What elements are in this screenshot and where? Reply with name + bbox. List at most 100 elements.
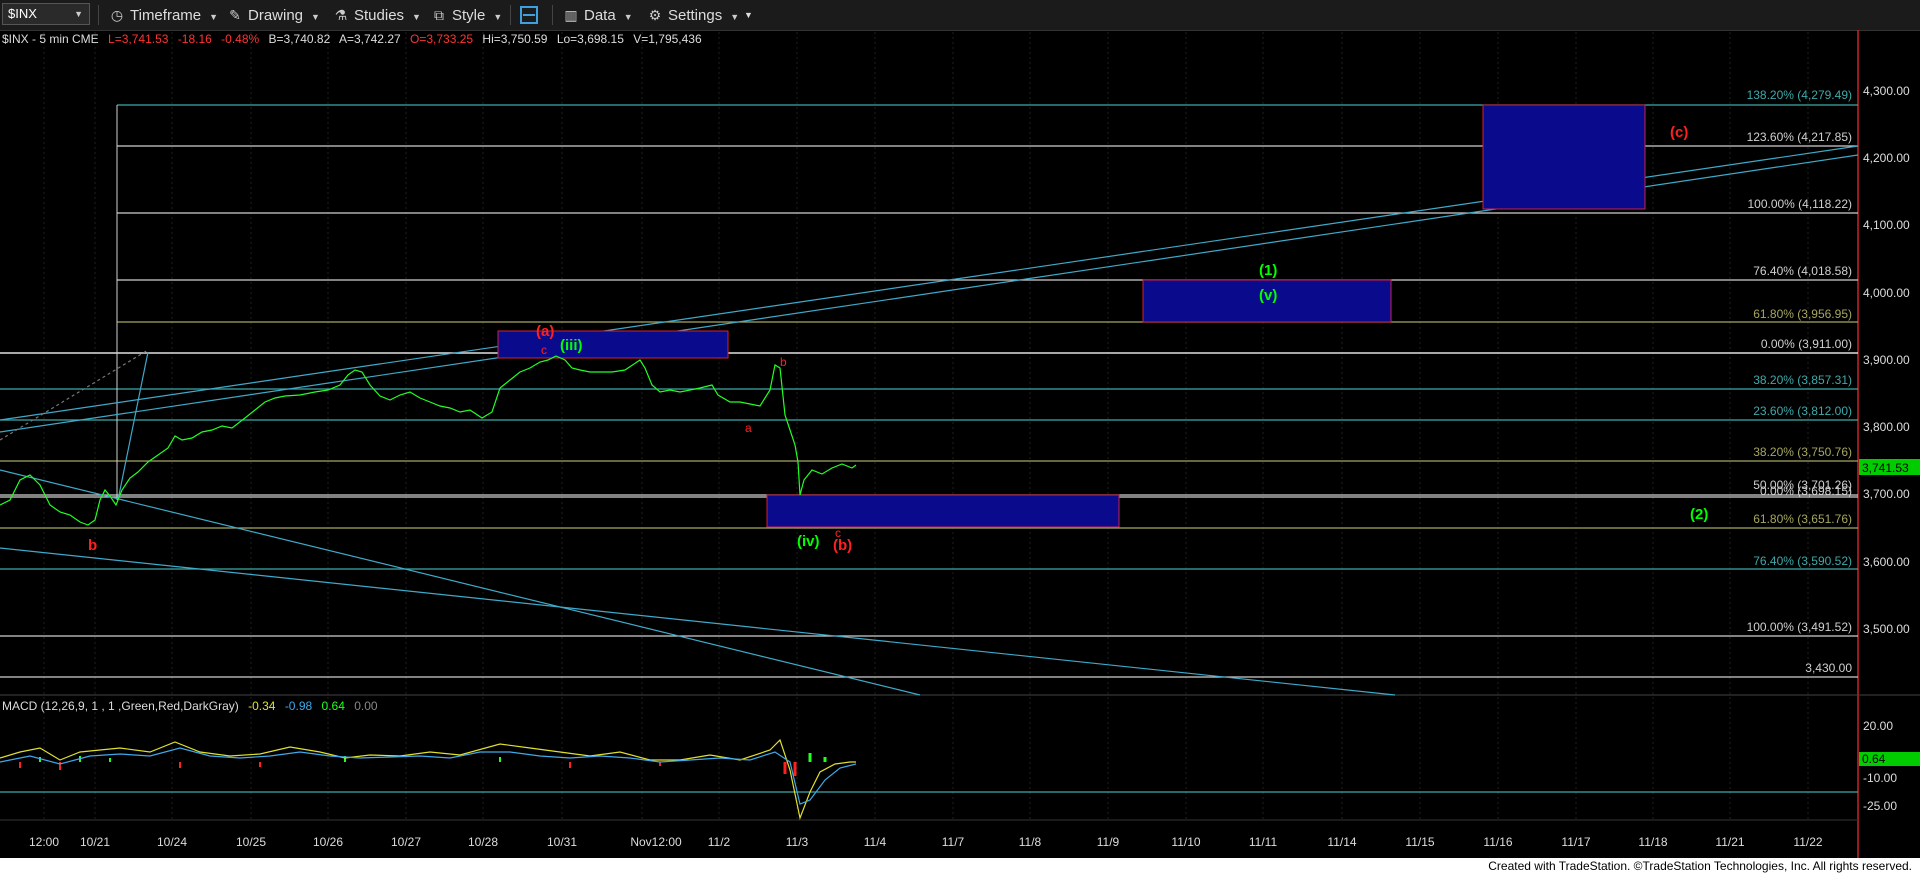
target-boxes[interactable] (497, 104, 1646, 528)
bar-chart-icon: ▥ (564, 7, 578, 23)
price-series (0, 355, 857, 526)
style-menu[interactable]: ⧉ Style ▼ (430, 0, 502, 30)
svg-text:(iii): (iii) (560, 337, 583, 354)
svg-text:11/7: 11/7 (942, 835, 965, 849)
symbol-selector[interactable]: $INX ▼ (2, 3, 90, 25)
chevron-down-icon: ▼ (311, 12, 320, 22)
svg-text:10/25: 10/25 (236, 835, 266, 849)
settings-label: Settings (668, 7, 723, 24)
layout-button[interactable] (520, 0, 544, 30)
data-menu[interactable]: ▥ Data ▼ (562, 0, 632, 30)
flask-icon: ⚗ (334, 7, 348, 23)
svg-text:-25.00: -25.00 (1863, 799, 1897, 813)
svg-text:10/26: 10/26 (313, 835, 343, 849)
svg-text:11/3: 11/3 (786, 835, 809, 849)
macd-signal-line (0, 747, 857, 805)
chart-canvas[interactable]: $INX - 5 min CME L=3,741.53 -18.16 -0.48… (0, 30, 1920, 858)
more-menu[interactable]: ▼ (744, 0, 753, 30)
svg-text:b: b (780, 355, 787, 369)
svg-text:10/21: 10/21 (80, 835, 110, 849)
macd-header: MACD (12,26,9, 1 , 1 ,Green,Red,DarkGray… (2, 699, 378, 713)
wave-labels: (c) (1) (v) (a) (iii) c b a (iv) c (b) (… (88, 124, 1708, 554)
svg-text:3,500.00: 3,500.00 (1863, 622, 1910, 636)
copyright-text: Created with TradeStation. ©TradeStation… (1488, 859, 1912, 873)
chevron-down-icon: ▼ (493, 12, 503, 22)
drawing-menu[interactable]: ✎ Drawing ▼ (226, 0, 320, 30)
svg-text:11/8: 11/8 (1019, 835, 1042, 849)
drawing-label: Drawing (248, 7, 304, 24)
svg-text:12:00: 12:00 (29, 835, 59, 849)
data-label: Data (584, 7, 616, 24)
svg-text:100.00% (4,118.22): 100.00% (4,118.22) (1747, 197, 1852, 211)
layout-icon (520, 6, 538, 25)
pencil-icon: ✎ (229, 7, 241, 23)
style-icon: ⧉ (434, 7, 444, 23)
timeframe-menu[interactable]: ◷ Timeframe ▼ (108, 0, 218, 30)
time-axis[interactable]: 12:00 10/21 10/24 10/25 10/26 10/27 10/2… (29, 835, 1823, 849)
svg-text:(1): (1) (1259, 262, 1277, 279)
svg-text:0.64: 0.64 (1862, 752, 1886, 766)
svg-text:4,000.00: 4,000.00 (1863, 286, 1910, 300)
svg-text:(c): (c) (1670, 124, 1688, 141)
svg-text:Nov12:00: Nov12:00 (630, 835, 682, 849)
chevron-down-icon: ▼ (744, 10, 753, 20)
svg-text:10/31: 10/31 (547, 835, 577, 849)
svg-text:11/10: 11/10 (1171, 835, 1200, 849)
svg-text:123.60% (4,217.85): 123.60% (4,217.85) (1747, 130, 1852, 144)
chevron-down-icon: ▼ (730, 12, 740, 22)
svg-text:3,741.53: 3,741.53 (1862, 461, 1909, 475)
svg-text:76.40% (4,018.58): 76.40% (4,018.58) (1753, 264, 1852, 278)
svg-text:4,200.00: 4,200.00 (1863, 151, 1910, 165)
svg-text:10/27: 10/27 (391, 835, 421, 849)
svg-text:4,300.00: 4,300.00 (1863, 84, 1910, 98)
svg-text:b: b (88, 537, 97, 554)
svg-text:(b): (b) (833, 537, 852, 554)
svg-text:c: c (541, 343, 547, 357)
footer: Created with TradeStation. ©TradeStation… (0, 858, 1920, 875)
quote-header: $INX - 5 min CME L=3,741.53 -18.16 -0.48… (2, 32, 702, 46)
svg-text:10/24: 10/24 (157, 835, 187, 849)
svg-text:11/11: 11/11 (1249, 835, 1278, 849)
toolbar: $INX ▼ ◷ Timeframe ▼ ✎ Drawing ▼ ⚗ Studies ▼ ⧉… (0, 0, 1920, 31)
chevron-down-icon: ▼ (412, 12, 421, 22)
timeframe-label: Timeframe (130, 7, 202, 24)
svg-text:20.00: 20.00 (1863, 719, 1893, 733)
svg-text:23.60% (3,812.00): 23.60% (3,812.00) (1753, 404, 1852, 418)
clock-icon: ◷ (110, 7, 124, 23)
chevron-down-icon: ▼ (74, 9, 83, 19)
svg-text:(iv): (iv) (797, 533, 820, 550)
gear-icon: ⚙ (648, 7, 662, 23)
svg-text:38.20% (3,857.31): 38.20% (3,857.31) (1753, 373, 1852, 387)
price-axis[interactable]: 4,300.00 4,200.00 4,100.00 4,000.00 3,90… (1863, 84, 1910, 636)
svg-text:3,600.00: 3,600.00 (1863, 555, 1910, 569)
svg-text:11/15: 11/15 (1405, 835, 1434, 849)
svg-text:76.40% (3,590.52): 76.40% (3,590.52) (1753, 554, 1852, 568)
svg-text:11/14: 11/14 (1327, 835, 1356, 849)
settings-menu[interactable]: ⚙ Settings ▼ (646, 0, 739, 30)
svg-text:11/16: 11/16 (1483, 835, 1512, 849)
svg-text:11/17: 11/17 (1561, 835, 1590, 849)
svg-text:4,100.00: 4,100.00 (1863, 218, 1910, 232)
svg-text:3,800.00: 3,800.00 (1863, 420, 1910, 434)
svg-text:3,700.00: 3,700.00 (1863, 487, 1910, 501)
symbol-label: $INX (8, 6, 37, 21)
svg-text:3,900.00: 3,900.00 (1863, 353, 1910, 367)
svg-text:61.80% (3,651.76): 61.80% (3,651.76) (1753, 512, 1852, 526)
macd-line (0, 738, 856, 821)
svg-text:a: a (745, 421, 752, 435)
svg-text:(v): (v) (1259, 287, 1277, 304)
svg-text:11/4: 11/4 (864, 835, 887, 849)
svg-text:11/21: 11/21 (1715, 835, 1744, 849)
toolbar-divider (552, 5, 553, 25)
svg-text:10/28: 10/28 (468, 835, 498, 849)
last-price-tag: 3,741.53 (1859, 459, 1920, 475)
studies-menu[interactable]: ⚗ Studies ▼ (332, 0, 421, 30)
style-label: Style (452, 7, 486, 24)
svg-text:11/18: 11/18 (1638, 835, 1667, 849)
svg-text:100.00% (3,491.52): 100.00% (3,491.52) (1747, 620, 1852, 634)
svg-text:0.00% (3,698.15): 0.00% (3,698.15) (1760, 484, 1852, 498)
svg-text:0.00% (3,911.00): 0.00% (3,911.00) (1761, 337, 1852, 351)
svg-text:138.20% (4,279.49): 138.20% (4,279.49) (1747, 88, 1852, 102)
svg-text:38.20% (3,750.76): 38.20% (3,750.76) (1753, 445, 1852, 459)
macd-value-tag: 0.64 (1859, 752, 1920, 766)
